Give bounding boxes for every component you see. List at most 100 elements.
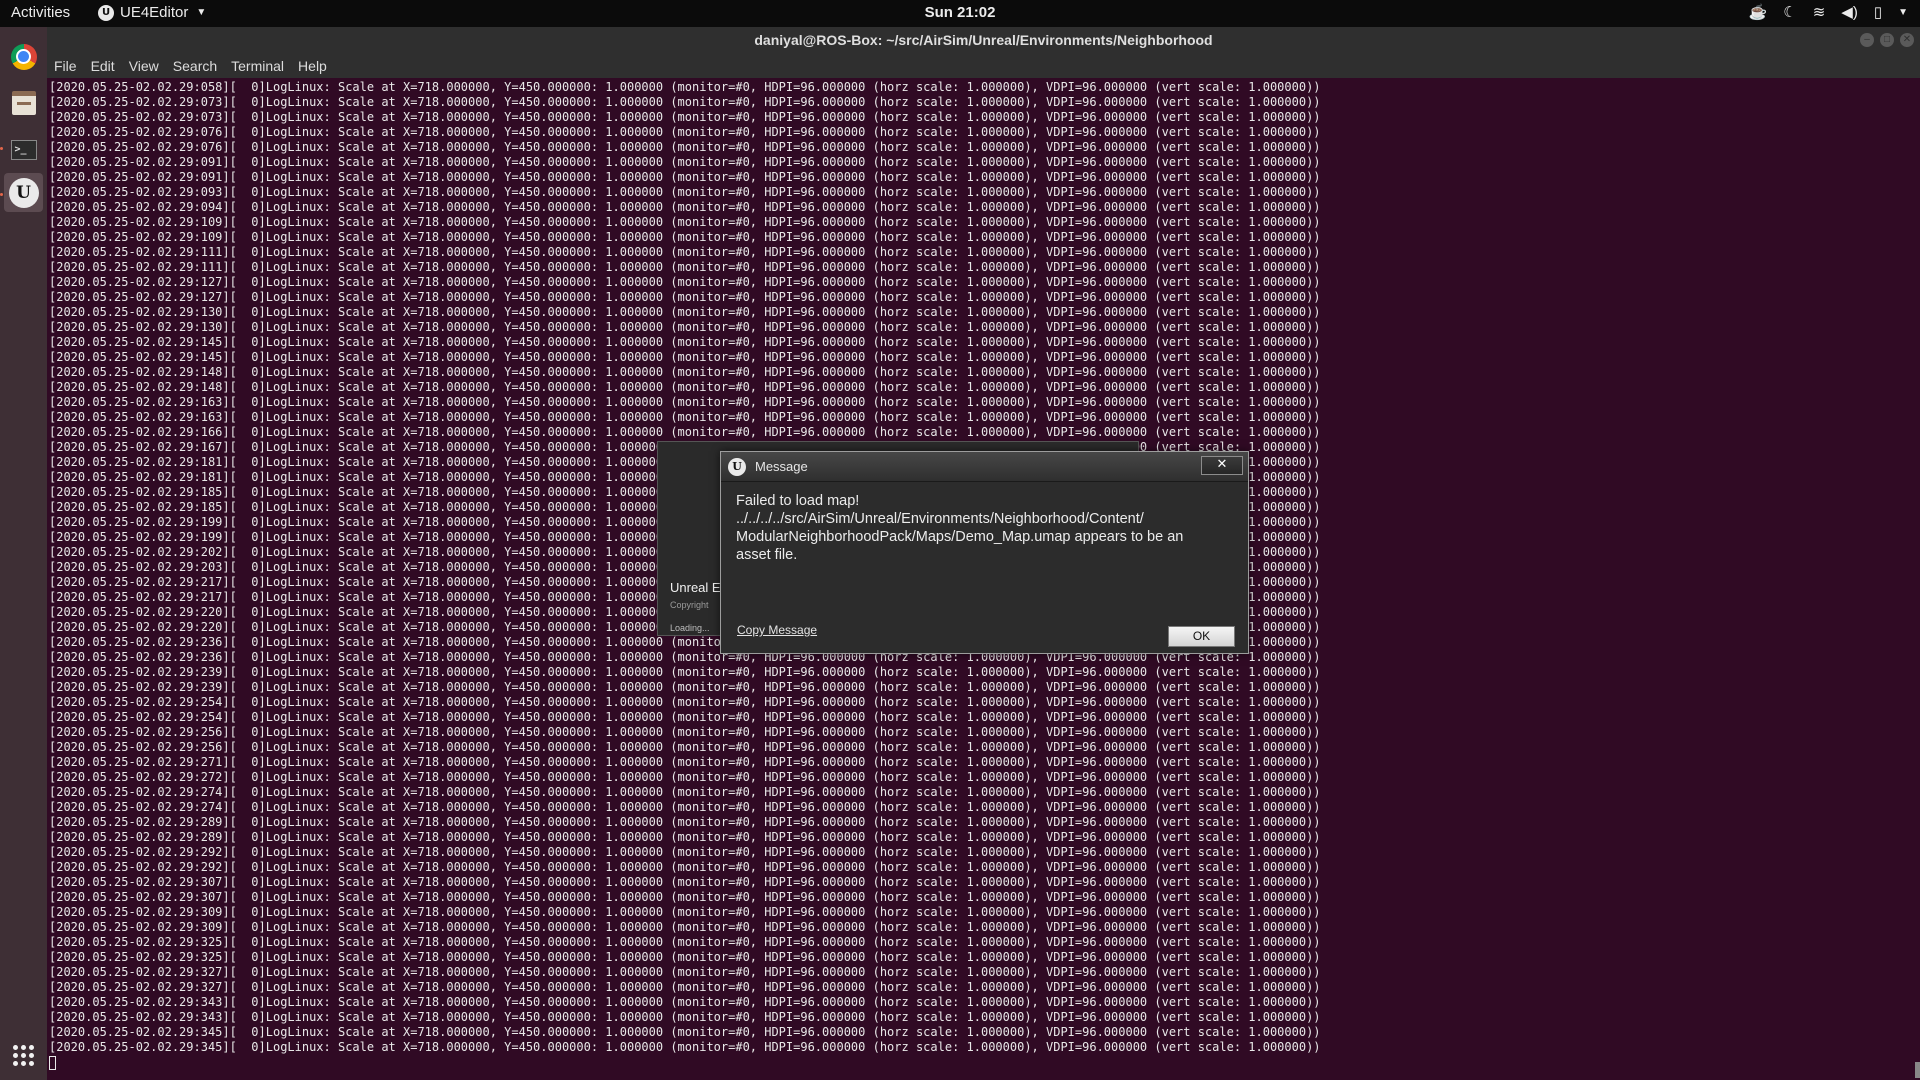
log-line: [2020.05.25-02.02.29:093][ 0]LogLinux: S…	[49, 185, 1321, 199]
menu-file[interactable]: File	[54, 58, 77, 74]
dialog-titlebar[interactable]: U Message	[721, 452, 1248, 482]
log-line: [2020.05.25-02.02.29:145][ 0]LogLinux: S…	[49, 335, 1321, 349]
battery-icon: ▯	[1873, 4, 1883, 21]
caffeine-icon[interactable]: ☕	[1749, 3, 1768, 21]
log-line: [2020.05.25-02.02.29:145][ 0]LogLinux: S…	[49, 350, 1321, 364]
log-line: [2020.05.25-02.02.29:163][ 0]LogLinux: S…	[49, 410, 1321, 424]
dock-item-unreal-editor[interactable]: U	[4, 173, 43, 212]
log-line: [2020.05.25-02.02.29:256][ 0]LogLinux: S…	[49, 740, 1321, 754]
files-icon	[11, 90, 36, 115]
menu-view[interactable]: View	[129, 58, 159, 74]
log-line: [2020.05.25-02.02.29:274][ 0]LogLinux: S…	[49, 785, 1321, 799]
log-line: [2020.05.25-02.02.29:325][ 0]LogLinux: S…	[49, 950, 1321, 964]
top-bar: Activities U UE4Editor ▼ Sun 21:02 ☕ ☾ ≋…	[0, 0, 1920, 27]
log-line: [2020.05.25-02.02.29:289][ 0]LogLinux: S…	[49, 815, 1321, 829]
ok-button[interactable]: OK	[1168, 626, 1235, 647]
log-line: [2020.05.25-02.02.29:309][ 0]LogLinux: S…	[49, 920, 1321, 934]
text-cursor	[49, 1055, 56, 1070]
dialog-close-button[interactable]: ✕	[1201, 456, 1243, 475]
log-line: [2020.05.25-02.02.29:256][ 0]LogLinux: S…	[49, 725, 1321, 739]
log-line: [2020.05.25-02.02.29:292][ 0]LogLinux: S…	[49, 860, 1321, 874]
log-line: [2020.05.25-02.02.29:109][ 0]LogLinux: S…	[49, 215, 1321, 229]
unreal-editor-icon: U	[8, 177, 39, 208]
copy-message-link[interactable]: Copy Message	[737, 623, 817, 637]
menu-terminal[interactable]: Terminal	[231, 58, 284, 74]
activities-button[interactable]: Activities	[11, 4, 70, 21]
dock-item-files[interactable]	[4, 83, 43, 122]
app-menu-button[interactable]: U UE4Editor ▼	[98, 4, 206, 21]
unreal-logo-icon: U	[728, 458, 746, 476]
log-line: [2020.05.25-02.02.29:274][ 0]LogLinux: S…	[49, 800, 1321, 814]
dialog-message: Failed to load map! ../../../../src/AirS…	[736, 492, 1236, 564]
dock-item-chrome[interactable]	[4, 37, 43, 76]
running-indicator	[0, 147, 3, 150]
splash-loading: Loading...	[670, 623, 710, 633]
log-line: [2020.05.25-02.02.29:076][ 0]LogLinux: S…	[49, 125, 1321, 139]
log-line: [2020.05.25-02.02.29:309][ 0]LogLinux: S…	[49, 905, 1321, 919]
log-line: [2020.05.25-02.02.29:073][ 0]LogLinux: S…	[49, 95, 1321, 109]
system-menu-chevron-icon[interactable]: ▼	[1898, 7, 1908, 18]
chevron-down-icon: ▼	[196, 7, 207, 18]
message-line: asset file.	[736, 547, 798, 563]
message-line: ModularNeighborhoodPack/Maps/Demo_Map.um…	[736, 529, 1184, 545]
log-line: [2020.05.25-02.02.29:343][ 0]LogLinux: S…	[49, 995, 1321, 1009]
log-line: [2020.05.25-02.02.29:127][ 0]LogLinux: S…	[49, 275, 1321, 289]
running-indicator	[0, 193, 3, 196]
log-line: [2020.05.25-02.02.29:239][ 0]LogLinux: S…	[49, 665, 1321, 679]
splash-copyright: Copyright	[670, 600, 709, 610]
maximize-icon[interactable]: □	[1880, 33, 1894, 47]
log-line: [2020.05.25-02.02.29:239][ 0]LogLinux: S…	[49, 680, 1321, 694]
log-line: [2020.05.25-02.02.29:254][ 0]LogLinux: S…	[49, 710, 1321, 724]
log-line: [2020.05.25-02.02.29:325][ 0]LogLinux: S…	[49, 935, 1321, 949]
dock-item-terminal[interactable]: >_	[4, 130, 43, 169]
log-line: [2020.05.25-02.02.29:345][ 0]LogLinux: S…	[49, 1040, 1321, 1054]
volume-icon: ◀)	[1841, 4, 1858, 21]
log-line: [2020.05.25-02.02.29:292][ 0]LogLinux: S…	[49, 845, 1321, 859]
log-line: [2020.05.25-02.02.29:327][ 0]LogLinux: S…	[49, 980, 1321, 994]
message-line: Failed to load map!	[736, 493, 860, 509]
log-line: [2020.05.25-02.02.29:130][ 0]LogLinux: S…	[49, 305, 1321, 319]
clock[interactable]: Sun 21:02	[0, 4, 1920, 21]
log-line: [2020.05.25-02.02.29:254][ 0]LogLinux: S…	[49, 695, 1321, 709]
close-icon[interactable]: ✕	[1900, 33, 1914, 47]
log-line: [2020.05.25-02.02.29:091][ 0]LogLinux: S…	[49, 155, 1321, 169]
log-line: [2020.05.25-02.02.29:127][ 0]LogLinux: S…	[49, 290, 1321, 304]
log-line: [2020.05.25-02.02.29:130][ 0]LogLinux: S…	[49, 320, 1321, 334]
log-line: [2020.05.25-02.02.29:111][ 0]LogLinux: S…	[49, 245, 1321, 259]
app-menu-label: UE4Editor	[120, 4, 189, 21]
message-line: ../../../../src/AirSim/Unreal/Environmen…	[736, 511, 1144, 527]
log-line: [2020.05.25-02.02.29:307][ 0]LogLinux: S…	[49, 875, 1321, 889]
unreal-logo-icon: U	[98, 4, 114, 21]
chrome-icon	[10, 43, 37, 70]
log-line: [2020.05.25-02.02.29:289][ 0]LogLinux: S…	[49, 830, 1321, 844]
log-line: [2020.05.25-02.02.29:166][ 0]LogLinux: S…	[49, 425, 1321, 439]
menu-search[interactable]: Search	[173, 58, 217, 74]
log-line: [2020.05.25-02.02.29:109][ 0]LogLinux: S…	[49, 230, 1321, 244]
log-line: [2020.05.25-02.02.29:148][ 0]LogLinux: S…	[49, 380, 1321, 394]
menu-help[interactable]: Help	[298, 58, 327, 74]
system-tray[interactable]: ☕ ☾ ≋ ◀) ▯ ▼	[1749, 3, 1908, 21]
log-line: [2020.05.25-02.02.29:272][ 0]LogLinux: S…	[49, 770, 1321, 784]
log-line: [2020.05.25-02.02.29:076][ 0]LogLinux: S…	[49, 140, 1321, 154]
terminal-icon: >_	[10, 139, 37, 160]
log-line: [2020.05.25-02.02.29:163][ 0]LogLinux: S…	[49, 395, 1321, 409]
wifi-icon: ≋	[1812, 4, 1826, 21]
log-line: [2020.05.25-02.02.29:058][ 0]LogLinux: S…	[49, 80, 1321, 94]
log-line: [2020.05.25-02.02.29:091][ 0]LogLinux: S…	[49, 170, 1321, 184]
log-line: [2020.05.25-02.02.29:307][ 0]LogLinux: S…	[49, 890, 1321, 904]
menu-bar: File Edit View Search Terminal Help	[47, 54, 1920, 78]
log-line: [2020.05.25-02.02.29:327][ 0]LogLinux: S…	[49, 965, 1321, 979]
menu-edit[interactable]: Edit	[91, 58, 115, 74]
minimize-icon[interactable]: –	[1860, 33, 1874, 47]
prompt-line[interactable]	[49, 1055, 1909, 1070]
log-line: [2020.05.25-02.02.29:148][ 0]LogLinux: S…	[49, 365, 1321, 379]
scrollbar[interactable]	[1915, 1062, 1920, 1078]
dialog-title: Message	[755, 459, 808, 474]
dock: >_ U	[0, 27, 47, 1080]
log-line: [2020.05.25-02.02.29:271][ 0]LogLinux: S…	[49, 755, 1321, 769]
log-line: [2020.05.25-02.02.29:094][ 0]LogLinux: S…	[49, 200, 1321, 214]
log-line: [2020.05.25-02.02.29:111][ 0]LogLinux: S…	[49, 260, 1321, 274]
window-title: daniyal@ROS-Box: ~/src/AirSim/Unreal/Env…	[47, 27, 1920, 54]
show-applications-icon[interactable]	[13, 1045, 34, 1066]
log-line: [2020.05.25-02.02.29:343][ 0]LogLinux: S…	[49, 1010, 1321, 1024]
